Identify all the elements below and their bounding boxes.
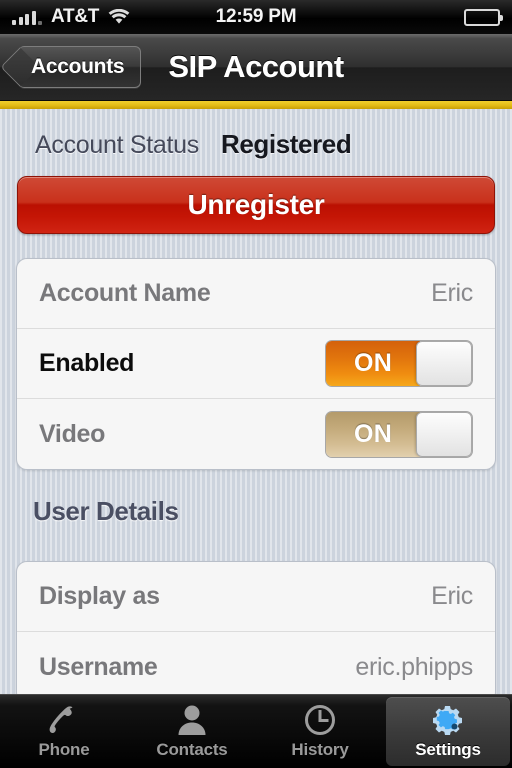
row-value: Eric xyxy=(431,582,473,610)
phone-handset-icon xyxy=(47,704,81,736)
iphone-screen: AT&T 12:59 PM Accounts SIP Account Accou… xyxy=(0,0,512,768)
row-video[interactable]: Video ON xyxy=(17,399,495,469)
row-label: Account Name xyxy=(39,279,211,307)
toggle-track: ON xyxy=(326,341,420,386)
account-status-row: Account Status Registered xyxy=(0,109,512,172)
status-bar: AT&T 12:59 PM xyxy=(0,0,512,34)
toggle-track: ON xyxy=(326,411,420,457)
carrier-label: AT&T xyxy=(51,6,100,27)
tab-bar: Phone Contacts History Settings xyxy=(0,694,512,768)
status-bar-right xyxy=(464,8,503,26)
status-bar-left: AT&T xyxy=(12,6,130,28)
signal-bars-icon xyxy=(12,10,42,25)
gears-icon xyxy=(430,704,466,736)
tab-contacts[interactable]: Contacts xyxy=(130,697,254,766)
tab-phone[interactable]: Phone xyxy=(2,697,126,766)
clock-icon xyxy=(304,704,336,736)
battery-icon xyxy=(464,8,503,26)
toggle-state-label: ON xyxy=(354,419,392,448)
row-value: eric.phipps xyxy=(355,652,473,681)
navigation-bar: Accounts SIP Account xyxy=(0,34,512,101)
row-value: Eric xyxy=(431,279,473,307)
row-label: Display as xyxy=(39,582,160,610)
unregister-button[interactable]: Unregister xyxy=(17,176,495,234)
back-button-accounts[interactable]: Accounts xyxy=(19,46,142,88)
account-settings-group: Account Name Eric Enabled ON Video ON xyxy=(16,258,496,470)
tab-settings[interactable]: Settings xyxy=(386,697,510,766)
person-icon xyxy=(176,704,208,736)
row-username[interactable]: Username eric.phipps xyxy=(17,632,495,695)
toggle-state-label: ON xyxy=(354,349,392,377)
row-label: Username xyxy=(39,652,158,681)
video-toggle[interactable]: ON xyxy=(325,410,473,458)
account-status-label: Account Status xyxy=(35,131,199,159)
enabled-toggle[interactable]: ON xyxy=(325,340,473,387)
row-account-name[interactable]: Account Name Eric xyxy=(17,259,495,329)
row-label: Enabled xyxy=(39,349,135,377)
tab-label: History xyxy=(291,739,349,759)
row-display-as[interactable]: Display as Eric xyxy=(17,562,495,632)
row-enabled[interactable]: Enabled ON xyxy=(17,329,495,399)
row-label: Video xyxy=(39,419,106,448)
section-header-user-details: User Details xyxy=(33,496,179,526)
toggle-knob[interactable] xyxy=(416,341,472,386)
settings-scroll-view[interactable]: Account Status Registered Unregister Acc… xyxy=(0,109,512,695)
tab-label: Phone xyxy=(38,739,90,759)
back-button-label: Accounts xyxy=(31,55,125,78)
account-status-value: Registered xyxy=(220,129,352,159)
tab-label: Settings xyxy=(415,739,481,759)
tab-label: Contacts xyxy=(156,739,228,759)
toggle-knob[interactable] xyxy=(416,411,472,457)
wifi-icon xyxy=(108,8,130,26)
user-details-group: Display as Eric Username eric.phipps xyxy=(16,561,496,695)
tab-history[interactable]: History xyxy=(258,697,382,766)
